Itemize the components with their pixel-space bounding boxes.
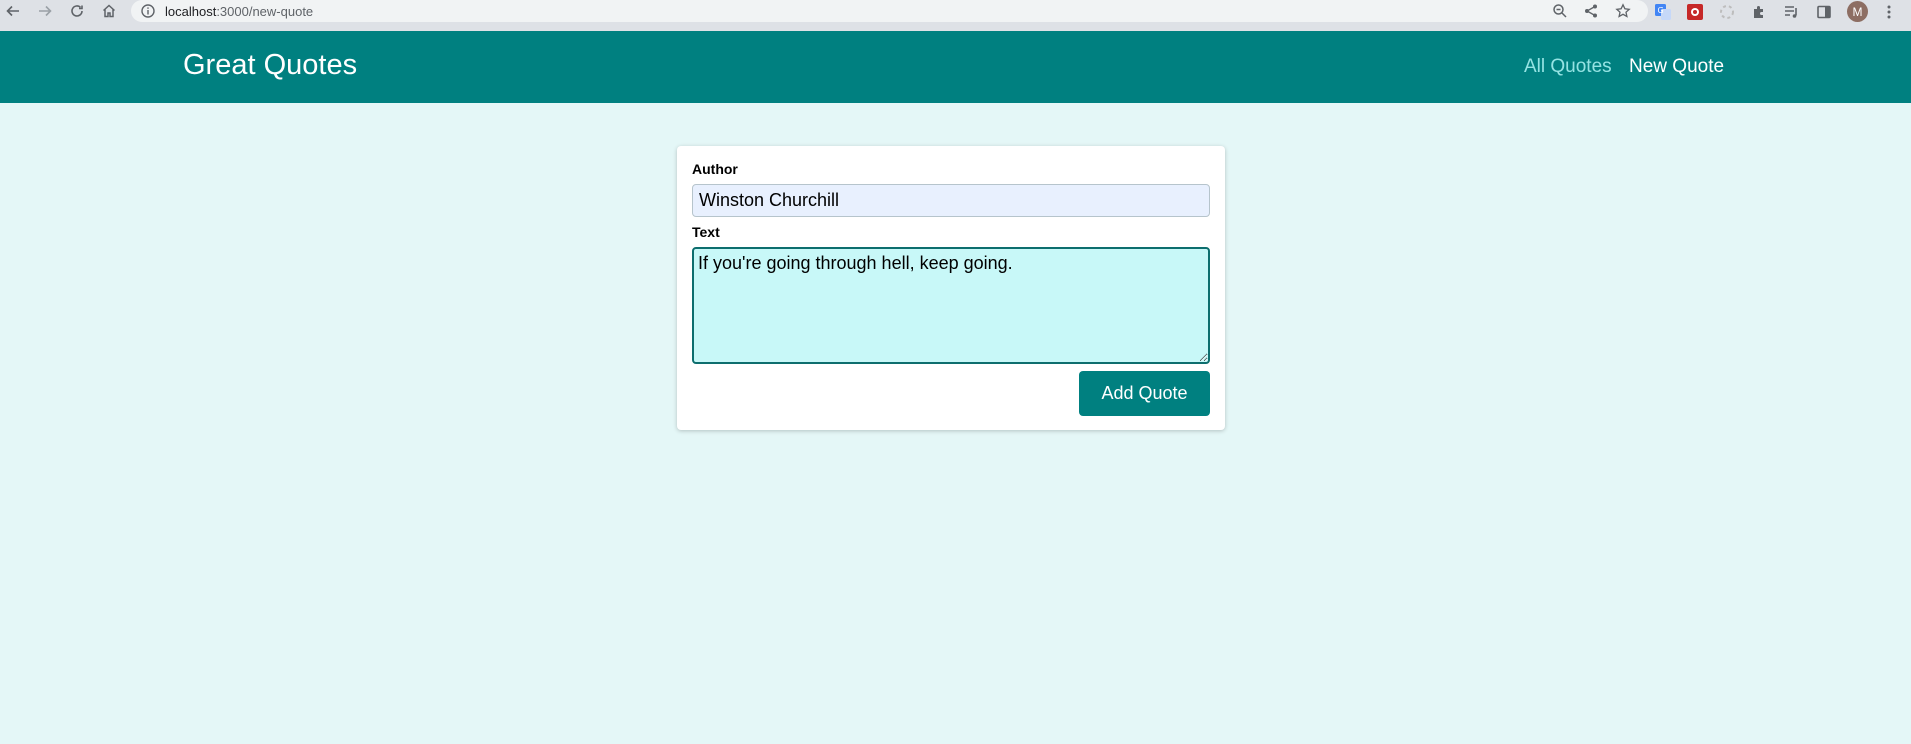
address-bar[interactable]: localhost:3000/new-quote: [131, 0, 1648, 22]
nav-new-quote[interactable]: New Quote: [1629, 56, 1724, 78]
brand-title[interactable]: Great Quotes: [183, 49, 357, 82]
author-input[interactable]: [692, 184, 1210, 217]
star-icon[interactable]: [1615, 3, 1631, 19]
app-header: Great Quotes All Quotes New Quote: [0, 31, 1911, 103]
home-icon[interactable]: [98, 0, 120, 22]
menu-icon[interactable]: [1880, 3, 1898, 21]
avatar[interactable]: M: [1847, 1, 1868, 22]
browser-toolbar: localhost:3000/new-quote G M: [0, 0, 1911, 31]
sidepanel-icon[interactable]: [1815, 3, 1833, 21]
translate-extension-icon[interactable]: G: [1654, 3, 1672, 21]
zoom-icon[interactable]: [1552, 3, 1568, 19]
media-icon[interactable]: [1782, 3, 1800, 21]
nav-all-quotes[interactable]: All Quotes: [1524, 56, 1612, 78]
reload-icon[interactable]: [66, 0, 88, 22]
red-extension-icon[interactable]: [1686, 3, 1704, 21]
add-quote-button[interactable]: Add Quote: [1079, 371, 1210, 416]
url-text: localhost:3000/new-quote: [165, 4, 313, 19]
svg-text:G: G: [1658, 6, 1664, 15]
loading-extension-icon[interactable]: [1718, 3, 1736, 21]
author-label: Author: [692, 161, 738, 177]
back-icon[interactable]: [2, 0, 24, 22]
quote-text-area[interactable]: If you're going through hell, keep going…: [692, 247, 1210, 364]
url-host: localhost: [165, 4, 217, 19]
quote-form-card: Author Text If you're going through hell…: [677, 146, 1225, 430]
url-path: :3000/new-quote: [216, 4, 314, 19]
share-icon[interactable]: [1583, 3, 1599, 19]
forward-icon[interactable]: [34, 0, 56, 22]
puzzle-icon[interactable]: [1750, 3, 1768, 21]
info-icon[interactable]: [140, 3, 156, 19]
text-label: Text: [692, 224, 720, 240]
